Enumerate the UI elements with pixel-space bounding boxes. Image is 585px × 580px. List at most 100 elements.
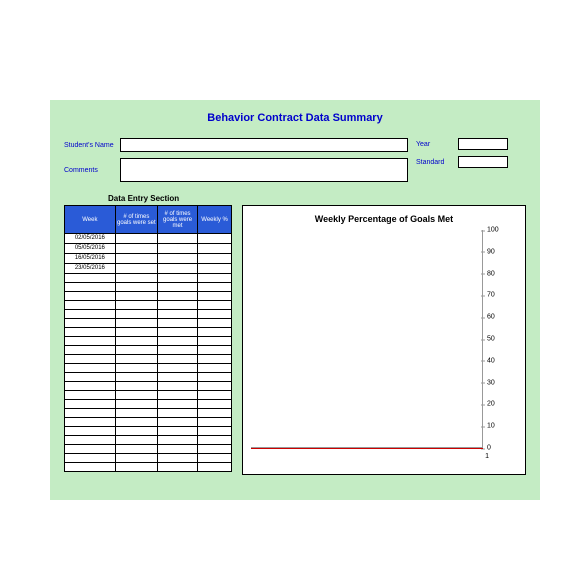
cell-met[interactable] <box>157 283 197 292</box>
cell-set[interactable] <box>115 310 157 319</box>
cell-set[interactable] <box>115 436 157 445</box>
cell-met[interactable] <box>157 234 197 244</box>
cell-week[interactable] <box>65 319 116 328</box>
cell-week[interactable] <box>65 373 116 382</box>
cell-set[interactable] <box>115 382 157 391</box>
cell-set[interactable] <box>115 301 157 310</box>
cell-week[interactable] <box>65 355 116 364</box>
cell-set[interactable] <box>115 454 157 463</box>
cell-week[interactable] <box>65 400 116 409</box>
cell-met[interactable] <box>157 274 197 283</box>
cell-pct[interactable] <box>198 409 232 418</box>
cell-pct[interactable] <box>198 463 232 472</box>
cell-met[interactable] <box>157 373 197 382</box>
cell-met[interactable] <box>157 445 197 454</box>
cell-set[interactable] <box>115 319 157 328</box>
cell-week[interactable] <box>65 382 116 391</box>
cell-week[interactable] <box>65 409 116 418</box>
cell-set[interactable] <box>115 234 157 244</box>
cell-pct[interactable] <box>198 328 232 337</box>
cell-set[interactable] <box>115 292 157 301</box>
standard-input[interactable] <box>458 156 508 168</box>
cell-week[interactable] <box>65 364 116 373</box>
cell-met[interactable] <box>157 391 197 400</box>
cell-pct[interactable] <box>198 301 232 310</box>
cell-set[interactable] <box>115 364 157 373</box>
cell-week[interactable] <box>65 391 116 400</box>
cell-pct[interactable] <box>198 244 232 254</box>
cell-week[interactable] <box>65 454 116 463</box>
cell-set[interactable] <box>115 355 157 364</box>
cell-met[interactable] <box>157 355 197 364</box>
cell-pct[interactable] <box>198 274 232 283</box>
cell-met[interactable] <box>157 400 197 409</box>
cell-set[interactable] <box>115 427 157 436</box>
cell-set[interactable] <box>115 283 157 292</box>
cell-week[interactable]: 23/05/2016 <box>65 264 116 274</box>
cell-met[interactable] <box>157 301 197 310</box>
cell-pct[interactable] <box>198 283 232 292</box>
cell-week[interactable] <box>65 346 116 355</box>
cell-met[interactable] <box>157 427 197 436</box>
cell-met[interactable] <box>157 319 197 328</box>
cell-set[interactable] <box>115 418 157 427</box>
cell-met[interactable] <box>157 409 197 418</box>
cell-week[interactable]: 05/05/2016 <box>65 244 116 254</box>
cell-week[interactable] <box>65 328 116 337</box>
cell-set[interactable] <box>115 254 157 264</box>
cell-week[interactable] <box>65 292 116 301</box>
cell-week[interactable] <box>65 310 116 319</box>
cell-week[interactable] <box>65 445 116 454</box>
cell-week[interactable] <box>65 274 116 283</box>
cell-met[interactable] <box>157 292 197 301</box>
cell-set[interactable] <box>115 264 157 274</box>
cell-week[interactable] <box>65 436 116 445</box>
cell-set[interactable] <box>115 373 157 382</box>
cell-pct[interactable] <box>198 400 232 409</box>
cell-week[interactable] <box>65 283 116 292</box>
cell-pct[interactable] <box>198 445 232 454</box>
cell-met[interactable] <box>157 244 197 254</box>
cell-pct[interactable] <box>198 391 232 400</box>
cell-pct[interactable] <box>198 364 232 373</box>
cell-met[interactable] <box>157 454 197 463</box>
cell-pct[interactable] <box>198 454 232 463</box>
cell-set[interactable] <box>115 445 157 454</box>
cell-pct[interactable] <box>198 310 232 319</box>
cell-pct[interactable] <box>198 337 232 346</box>
cell-pct[interactable] <box>198 264 232 274</box>
cell-week[interactable] <box>65 427 116 436</box>
cell-set[interactable] <box>115 463 157 472</box>
cell-met[interactable] <box>157 328 197 337</box>
cell-set[interactable] <box>115 400 157 409</box>
cell-pct[interactable] <box>198 427 232 436</box>
cell-pct[interactable] <box>198 373 232 382</box>
cell-pct[interactable] <box>198 382 232 391</box>
cell-pct[interactable] <box>198 355 232 364</box>
cell-pct[interactable] <box>198 436 232 445</box>
cell-week[interactable] <box>65 418 116 427</box>
cell-met[interactable] <box>157 310 197 319</box>
cell-pct[interactable] <box>198 292 232 301</box>
cell-pct[interactable] <box>198 418 232 427</box>
cell-set[interactable] <box>115 328 157 337</box>
cell-met[interactable] <box>157 463 197 472</box>
cell-set[interactable] <box>115 337 157 346</box>
comments-input[interactable] <box>120 158 408 182</box>
cell-met[interactable] <box>157 436 197 445</box>
cell-pct[interactable] <box>198 234 232 244</box>
cell-set[interactable] <box>115 409 157 418</box>
cell-week[interactable] <box>65 337 116 346</box>
cell-met[interactable] <box>157 418 197 427</box>
cell-week[interactable] <box>65 301 116 310</box>
cell-pct[interactable] <box>198 346 232 355</box>
cell-met[interactable] <box>157 382 197 391</box>
cell-met[interactable] <box>157 254 197 264</box>
year-input[interactable] <box>458 138 508 150</box>
cell-set[interactable] <box>115 346 157 355</box>
cell-met[interactable] <box>157 346 197 355</box>
cell-pct[interactable] <box>198 254 232 264</box>
cell-set[interactable] <box>115 391 157 400</box>
cell-met[interactable] <box>157 264 197 274</box>
cell-set[interactable] <box>115 244 157 254</box>
